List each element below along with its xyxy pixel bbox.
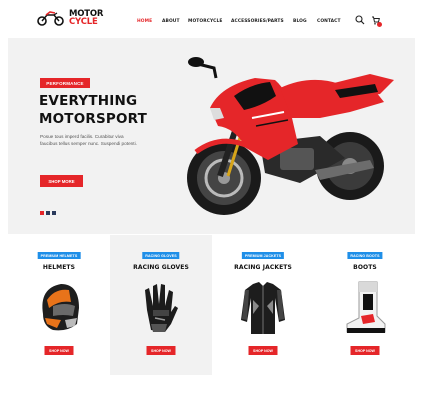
motorcycle-logo-icon bbox=[37, 11, 64, 26]
jacket-image bbox=[241, 282, 285, 334]
product-tag: RACING GLOVES bbox=[142, 252, 180, 259]
cart-count-badge bbox=[377, 22, 382, 27]
nav-item-about[interactable]: ABOUT bbox=[162, 19, 180, 24]
search-icon[interactable] bbox=[355, 15, 365, 25]
motorcycle-image bbox=[187, 57, 394, 215]
gloves-image bbox=[145, 284, 178, 332]
product-tag: PREMIUM JACKETS bbox=[241, 252, 285, 259]
product-card-boots[interactable]: RACING BOOTS BOOTS SHOP NOW bbox=[314, 235, 416, 375]
product-categories: PREMIUM HELMETS HELMETS SHOP NOW RACING … bbox=[8, 235, 415, 375]
hero-title-line2: MOTORSPORT bbox=[39, 111, 148, 127]
shop-now-button[interactable]: SHOP NOW bbox=[44, 346, 74, 355]
slider-dot-1[interactable] bbox=[40, 211, 44, 215]
shop-now-button[interactable]: SHOP NOW bbox=[350, 346, 380, 355]
nav-item-accessories[interactable]: ACCESSORIES/PARTS bbox=[231, 19, 284, 24]
product-name: RACING JACKETS bbox=[234, 264, 292, 271]
boot-image bbox=[346, 281, 386, 333]
product-tag: RACING BOOTS bbox=[347, 252, 383, 259]
nav-item-contact[interactable]: CONTACT bbox=[317, 19, 341, 24]
nav-item-blog[interactable]: BLOG bbox=[293, 19, 307, 24]
product-card-helmets[interactable]: PREMIUM HELMETS HELMETS SHOP NOW bbox=[8, 235, 110, 375]
nav-item-motorcycle[interactable]: MOTORCYCLE bbox=[188, 19, 222, 24]
hero-description: Posue tous imperd facilis. Curabitur viv… bbox=[40, 134, 137, 146]
slider-dot-3[interactable] bbox=[52, 211, 56, 215]
product-name: BOOTS bbox=[353, 264, 377, 271]
product-card-racing-jackets[interactable]: PREMIUM JACKETS RACING JACKETS SHOP NOW bbox=[212, 235, 314, 375]
slider-dot-2[interactable] bbox=[46, 211, 50, 215]
shop-now-button[interactable]: SHOP NOW bbox=[248, 346, 278, 355]
shop-now-button[interactable]: SHOP NOW bbox=[146, 346, 176, 355]
site-header: MOTOR CYCLE HOME ABOUT MOTORCYCLE ACCESS… bbox=[0, 0, 424, 38]
helmet-image bbox=[42, 284, 79, 331]
product-card-racing-gloves[interactable]: RACING GLOVES RACING GLOVES SHOP NOW bbox=[110, 235, 212, 375]
hero-shop-more-button[interactable]: SHOP MORE bbox=[40, 175, 83, 187]
site-logo[interactable]: MOTOR CYCLE bbox=[36, 10, 103, 26]
hero-badge: PERFORMANCE bbox=[40, 78, 90, 88]
product-name: RACING GLOVES bbox=[133, 264, 189, 271]
product-tag: PREMIUM HELMETS bbox=[37, 252, 81, 259]
hero-title: EVERYTHING MOTORSPORT bbox=[39, 92, 147, 128]
nav-item-home[interactable]: HOME bbox=[137, 19, 152, 24]
product-name: HELMETS bbox=[42, 264, 76, 271]
slider-dots bbox=[40, 211, 56, 215]
hero-title-line1: EVERYTHING bbox=[39, 93, 138, 109]
logo-text-line2: CYCLE bbox=[69, 17, 98, 27]
